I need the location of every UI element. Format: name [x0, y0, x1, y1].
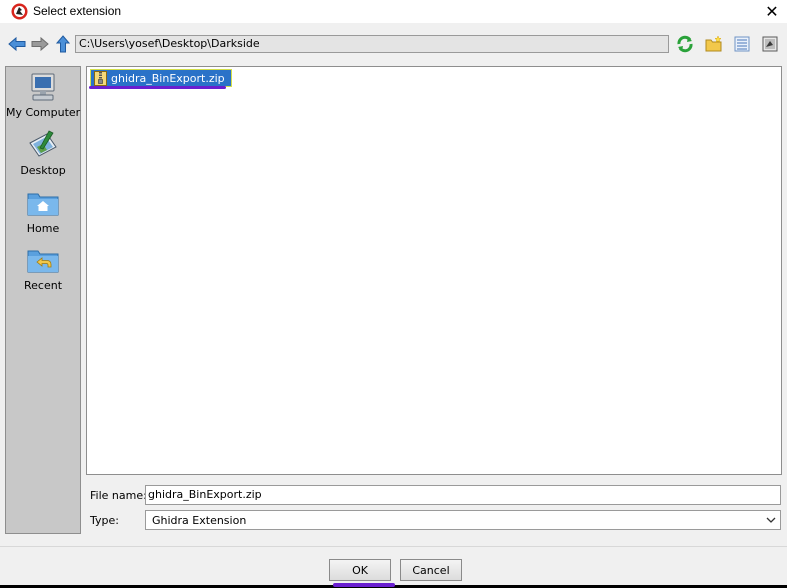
cancel-button[interactable]: Cancel	[400, 559, 462, 581]
ghidra-dragon-icon	[11, 3, 28, 20]
list-view-icon[interactable]	[761, 35, 779, 53]
list-item[interactable]: ghidra_BinExport.zip	[90, 69, 232, 87]
filename-label: File name:	[90, 489, 147, 502]
type-select[interactable]: Ghidra Extension	[145, 510, 781, 530]
title-bar: Select extension ✕	[0, 0, 787, 23]
home-folder-icon	[27, 193, 59, 216]
sidebar-item-label: Recent	[23, 279, 63, 292]
arrow-up-icon[interactable]	[54, 35, 72, 53]
arrow-left-icon[interactable]	[8, 35, 26, 53]
dialog-window: Select extension ✕ C:\Users\yosef\Deskto…	[0, 0, 787, 587]
path-field[interactable]: C:\Users\yosef\Desktop\Darkside	[75, 35, 669, 53]
places-sidebar: My Computer Desktop Home Recent	[5, 66, 81, 534]
file-list[interactable]: ghidra_BinExport.zip	[86, 66, 782, 475]
close-button[interactable]: ✕	[757, 0, 787, 23]
sidebar-item-label: Home	[26, 222, 60, 235]
sidebar-item-my-computer[interactable]: My Computer	[6, 71, 80, 119]
arrow-right-icon[interactable]	[31, 35, 49, 53]
sidebar-item-recent[interactable]: Recent	[6, 244, 80, 292]
sidebar-item-label: My Computer	[6, 106, 81, 119]
details-view-icon[interactable]	[733, 35, 751, 53]
sidebar-item-label: Desktop	[20, 164, 66, 177]
sidebar-item-desktop[interactable]: Desktop	[6, 129, 80, 177]
file-name: ghidra_BinExport.zip	[111, 71, 225, 85]
type-label: Type:	[90, 514, 119, 527]
desktop-icon	[29, 130, 57, 157]
divider	[0, 546, 787, 547]
close-icon: ✕	[765, 2, 779, 21]
ok-button[interactable]: OK	[329, 559, 391, 581]
refresh-icon[interactable]	[676, 35, 694, 53]
ok-highlight-underline	[333, 583, 395, 587]
type-select-value: Ghidra Extension	[152, 514, 247, 527]
chevron-down-icon[interactable]	[763, 512, 779, 528]
filename-field[interactable]: ghidra_BinExport.zip	[145, 485, 781, 505]
recent-folder-icon	[27, 250, 59, 273]
new-folder-icon[interactable]	[705, 35, 723, 53]
computer-icon	[31, 73, 55, 101]
zip-file-icon	[94, 70, 107, 86]
sidebar-item-home[interactable]: Home	[6, 187, 80, 235]
selection-highlight-underline	[89, 86, 226, 89]
window-title: Select extension	[33, 4, 122, 18]
